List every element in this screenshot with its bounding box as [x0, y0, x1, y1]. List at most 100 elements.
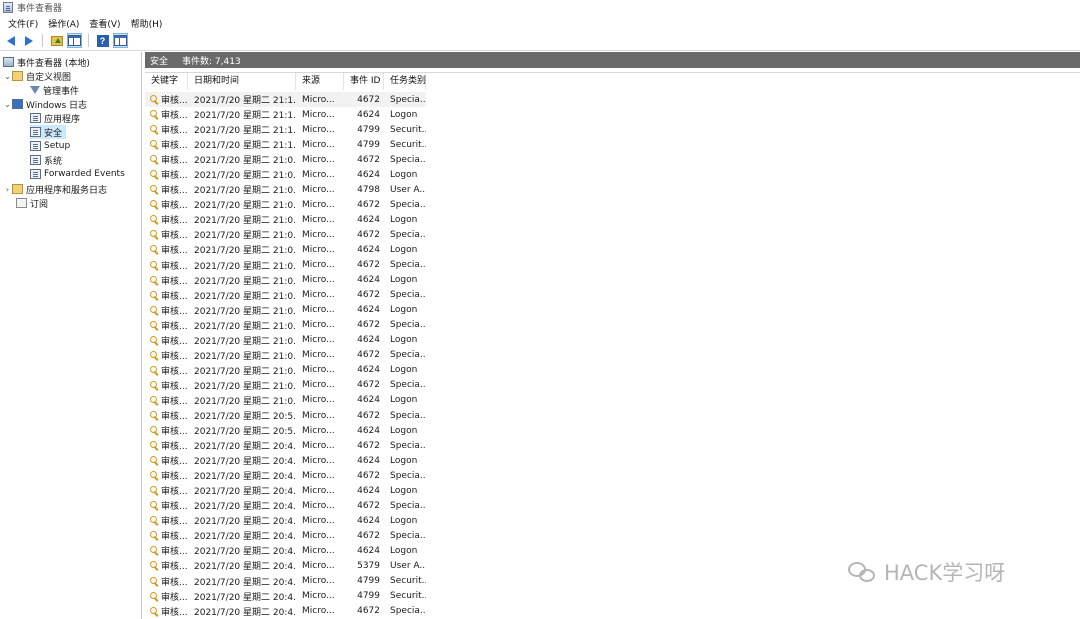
table-row[interactable]: 审核... 2021/7/20 星期二 21:0... Micro... 4672 Sp… [145, 227, 426, 242]
tree-item-setup[interactable]: Setup [30, 139, 70, 153]
table-row[interactable]: 审核... 2021/7/20 星期二 20:4... Micro... 4672 Sp… [145, 498, 426, 513]
cell-event-id: 4798 [357, 184, 380, 195]
cell-task-category: Securit... [390, 576, 426, 587]
table-row[interactable]: 审核... 2021/7/20 星期二 21:0... Micro... 4798 Us… [145, 182, 426, 197]
cell-task-category: Specia... [390, 500, 426, 511]
cell-keyword-text: 审核... [161, 517, 188, 528]
cell-task-category: Specia... [390, 440, 426, 451]
column-header-task-category[interactable]: 任务类别 [384, 73, 426, 90]
table-row[interactable]: 审核... 2021/7/20 星期二 21:0... Micro... 4624 Lo… [145, 212, 426, 227]
show-hide-action-pane-button[interactable] [113, 33, 128, 48]
log-icon [30, 127, 41, 137]
table-row[interactable]: 审核... 2021/7/20 星期二 21:0... Micro... 4672 Sp… [145, 152, 426, 167]
tree-item-app-services-logs[interactable]: › 应用程序和服务日志 [3, 182, 107, 196]
table-row[interactable]: 审核... 2021/7/20 星期二 21:0... Micro... 4624 Lo… [145, 273, 426, 288]
tree-item-admin-events[interactable]: 管理事件 [30, 83, 79, 97]
back-button[interactable] [3, 33, 18, 48]
table-row[interactable]: 审核... 2021/7/20 星期二 20:5... Micro... 4672 Sp… [145, 408, 426, 423]
table-row[interactable]: 审核... 2021/7/20 星期二 20:4... Micro... 4672 Sp… [145, 468, 426, 483]
tree-item-root[interactable]: 事件查看器 (本地) [3, 55, 90, 69]
audit-key-icon [150, 516, 159, 525]
table-row[interactable]: 审核... 2021/7/20 星期二 20:4... Micro... 4624 Lo… [145, 483, 426, 498]
cell-source: Micro... [302, 109, 335, 120]
menu-view[interactable]: 查看(V) [85, 17, 124, 30]
log-icon [30, 113, 41, 123]
tree-item-windows-logs[interactable]: ⌄ Windows 日志 [3, 97, 87, 111]
cell-event-id: 4672 [357, 350, 380, 361]
table-row[interactable]: 审核... 2021/7/20 星期二 21:1... Micro... 4799 Se… [145, 122, 426, 137]
table-row[interactable]: 审核... 2021/7/20 星期二 21:0... Micro... 4624 Lo… [145, 333, 426, 348]
table-row[interactable]: 审核... 2021/7/20 星期二 21:0... Micro... 4672 Sp… [145, 318, 426, 333]
menu-action[interactable]: 操作(A) [44, 17, 83, 30]
cell-datetime: 2021/7/20 星期二 20:4... [194, 472, 296, 483]
audit-key-icon [150, 335, 159, 345]
tree-item-security[interactable]: 安全 [30, 125, 66, 139]
cell-task-category: Specia... [390, 350, 426, 361]
table-row[interactable]: 审核... 2021/7/20 星期二 20:4... Micro... 4799 Se… [145, 589, 426, 604]
table-row[interactable]: 审核... 2021/7/20 星期二 20:4... Micro... 4624 Lo… [145, 543, 426, 558]
table-row[interactable]: 审核... 2021/7/20 星期二 20:4... Micro... 4624 Lo… [145, 513, 426, 528]
table-row[interactable]: 审核... 2021/7/20 星期二 21:0... Micro... 4624 Lo… [145, 393, 426, 408]
chevron-down-icon[interactable]: ⌄ [3, 100, 12, 109]
column-header-datetime[interactable]: 日期和时间 [188, 73, 296, 90]
cell-datetime: 2021/7/20 星期二 21:0... [194, 306, 296, 317]
tree-item-label: 订阅 [30, 199, 49, 210]
cell-keyword-text: 审核... [161, 592, 188, 603]
cell-datetime: 2021/7/20 星期二 21:0... [194, 246, 296, 257]
cell-keyword-text: 审核... [161, 261, 188, 272]
forward-button[interactable] [21, 33, 36, 48]
cell-event-id: 4672 [357, 229, 380, 240]
table-row[interactable]: 审核... 2021/7/20 星期二 20:4... Micro... 5379 Us… [145, 558, 426, 573]
table-row[interactable]: 审核... 2021/7/20 星期二 20:4... Micro... 4624 Lo… [145, 453, 426, 468]
cell-keyword: 审核... [145, 93, 188, 106]
cell-keyword-text: 审核... [161, 111, 188, 122]
help-button[interactable]: ? [95, 33, 110, 48]
cell-event-id: 4672 [357, 530, 380, 541]
table-row[interactable]: 审核... 2021/7/20 星期二 21:1... Micro... 4799 Se… [145, 137, 426, 152]
tree-item-system[interactable]: 系统 [30, 153, 62, 167]
table-row[interactable]: 审核... 2021/7/20 星期二 21:0... Micro... 4624 Lo… [145, 167, 426, 182]
cell-event-id: 4799 [357, 576, 380, 587]
table-row[interactable]: 审核... 2021/7/20 星期二 20:4... Micro... 4799 Se… [145, 574, 426, 589]
menu-file[interactable]: 文件(F) [4, 17, 42, 30]
table-row[interactable]: 审核... 2021/7/20 星期二 20:5... Micro... 4624 Lo… [145, 423, 426, 438]
cell-task-category: User A... [390, 184, 426, 195]
table-row[interactable]: 审核... 2021/7/20 星期二 20:4... Micro... 4672 Sp… [145, 604, 426, 619]
show-hide-console-tree-button[interactable] [67, 33, 82, 48]
tree-item-forwarded-events[interactable]: Forwarded Events [30, 167, 125, 181]
cell-keyword: 审核... [145, 590, 188, 603]
menu-help[interactable]: 帮助(H) [127, 17, 167, 30]
cell-datetime: 2021/7/20 星期二 20:4... [194, 592, 296, 603]
column-header-source[interactable]: 来源 [296, 73, 344, 90]
cell-task-category: Securit... [390, 591, 426, 602]
event-count: 事件数: 7,413 [182, 56, 241, 67]
table-row[interactable]: 审核... 2021/7/20 星期二 20:4... Micro... 4672 Sp… [145, 438, 426, 453]
table-row[interactable]: 审核... 2021/7/20 星期二 21:0... Micro... 4672 Sp… [145, 288, 426, 303]
cell-keyword: 审核... [145, 213, 188, 226]
tree-item-application[interactable]: 应用程序 [30, 111, 80, 125]
log-icon [30, 141, 41, 151]
cell-keyword-text: 审核... [161, 216, 188, 227]
table-row[interactable]: 审核... 2021/7/20 星期二 21:0... Micro... 4624 Lo… [145, 303, 426, 318]
table-row[interactable]: 审核... 2021/7/20 星期二 21:0... Micro... 4672 Sp… [145, 258, 426, 273]
table-row[interactable]: 审核... 2021/7/20 星期二 20:4... Micro... 4672 Sp… [145, 528, 426, 543]
table-row[interactable]: 审核... 2021/7/20 星期二 21:1... Micro... 4624 Lo… [145, 107, 426, 122]
column-header-keyword[interactable]: 关键字 [145, 73, 188, 90]
table-row[interactable]: 审核... 2021/7/20 星期二 21:0... Micro... 4672 Sp… [145, 378, 426, 393]
chevron-down-icon[interactable]: ⌄ [3, 72, 12, 81]
tree-item-subscriptions[interactable]: 订阅 [16, 196, 48, 210]
cell-event-id: 4624 [357, 425, 380, 436]
cell-datetime: 2021/7/20 星期二 21:0... [194, 351, 296, 362]
table-row[interactable]: 审核... 2021/7/20 星期二 21:0... Micro... 4624 Lo… [145, 363, 426, 378]
up-one-level-button[interactable] [49, 33, 64, 48]
chevron-right-icon[interactable]: › [3, 185, 12, 194]
subscription-icon [16, 198, 27, 208]
table-row[interactable]: 审核... 2021/7/20 星期二 21:0... Micro... 4624 Lo… [145, 242, 426, 257]
column-header-event-id[interactable]: 事件 ID [344, 73, 384, 90]
table-row[interactable]: 审核... 2021/7/20 星期二 21:0... Micro... 4672 Sp… [145, 197, 426, 212]
table-row[interactable]: 审核... 2021/7/20 星期二 21:1... Micro... 4672 Sp… [145, 92, 426, 108]
cell-datetime: 2021/7/20 星期二 21:0... [194, 381, 296, 392]
table-row[interactable]: 审核... 2021/7/20 星期二 21:0... Micro... 4672 Sp… [145, 348, 426, 363]
tree-item-custom-views[interactable]: ⌄ 自定义视图 [3, 69, 71, 83]
cell-datetime: 2021/7/20 星期二 21:1... [194, 141, 296, 152]
